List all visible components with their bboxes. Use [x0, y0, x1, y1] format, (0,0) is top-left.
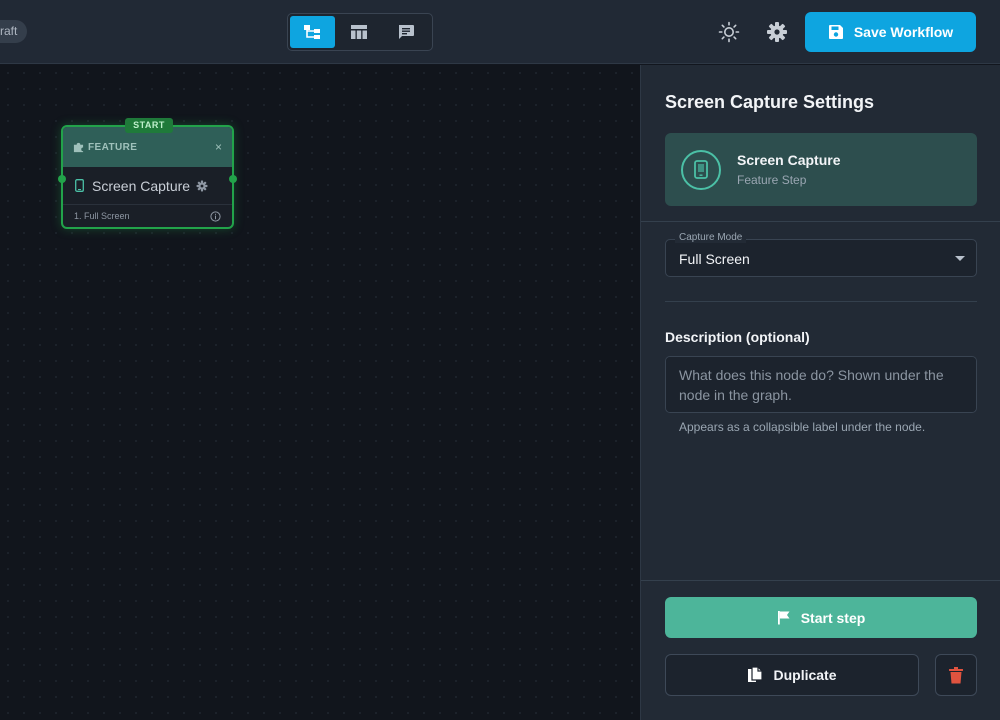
- sun-icon: [718, 21, 740, 43]
- panel-title: Screen Capture Settings: [665, 92, 875, 112]
- view-toggle: [287, 13, 433, 51]
- feature-icon-badge: [681, 149, 721, 190]
- workflow-canvas[interactable]: START FEATURE × Screen Capture 1. Full S…: [0, 65, 640, 720]
- save-workflow-label: Save Workflow: [853, 24, 954, 40]
- info-icon[interactable]: [210, 210, 221, 222]
- description-input[interactable]: [665, 356, 977, 413]
- feature-card: Screen Capture Feature Step: [665, 133, 977, 206]
- capture-mode-value: Full Screen: [679, 251, 750, 267]
- capture-mode-select[interactable]: Capture Mode Full Screen: [665, 232, 977, 277]
- caret-down-icon: [955, 256, 965, 261]
- node-settings-icon[interactable]: [196, 180, 208, 192]
- capture-mode-label: Capture Mode: [675, 232, 747, 243]
- comment-icon: [398, 25, 414, 39]
- node-step-summary: 1. Full Screen: [74, 211, 130, 221]
- floppy-disk-icon: [828, 25, 843, 39]
- trash-icon: [949, 666, 963, 683]
- mobile-phone-icon: [75, 179, 84, 192]
- theme-toggle-button[interactable]: [713, 16, 745, 48]
- puzzle-icon: [73, 142, 84, 152]
- workflow-node[interactable]: START FEATURE × Screen Capture 1. Full S…: [58, 118, 237, 229]
- description-help-text: Appears as a collapsible label under the…: [679, 420, 926, 434]
- delete-button[interactable]: [935, 654, 977, 696]
- node-header: FEATURE ×: [63, 127, 232, 167]
- node-type-label: FEATURE: [88, 141, 138, 153]
- feature-type: Feature Step: [737, 173, 807, 187]
- settings-panel: Screen Capture Settings Screen Capture F…: [640, 65, 1000, 720]
- comments-view-button[interactable]: [383, 16, 428, 48]
- start-badge: START: [125, 118, 173, 133]
- node-title: Screen Capture: [92, 177, 191, 194]
- graph-view-button[interactable]: [290, 16, 335, 48]
- copy-icon: [748, 666, 764, 682]
- draft-badge: raft: [0, 20, 28, 43]
- divider: [641, 221, 1000, 222]
- gear-icon: [767, 22, 787, 42]
- divider: [641, 580, 1000, 581]
- node-body: Screen Capture: [63, 167, 232, 205]
- output-port[interactable]: [229, 175, 237, 183]
- flag-icon: [777, 611, 790, 625]
- start-step-button[interactable]: Start step: [665, 597, 977, 638]
- node-close-button[interactable]: ×: [215, 140, 222, 154]
- input-port[interactable]: [58, 175, 66, 183]
- start-step-label: Start step: [800, 609, 866, 626]
- description-label: Description (optional): [665, 329, 810, 345]
- settings-button[interactable]: [761, 16, 793, 48]
- graph-view-icon: [304, 25, 321, 39]
- mobile-phone-icon: [694, 160, 708, 179]
- top-toolbar: raft Save Workflow: [0, 0, 1000, 64]
- table-view-button[interactable]: [337, 16, 382, 48]
- node-footer: 1. Full Screen: [63, 205, 232, 227]
- save-workflow-button[interactable]: Save Workflow: [805, 12, 976, 52]
- feature-name: Screen Capture: [737, 152, 841, 168]
- duplicate-label: Duplicate: [773, 667, 837, 683]
- table-view-icon: [351, 25, 367, 39]
- duplicate-button[interactable]: Duplicate: [665, 654, 919, 696]
- divider: [665, 301, 977, 302]
